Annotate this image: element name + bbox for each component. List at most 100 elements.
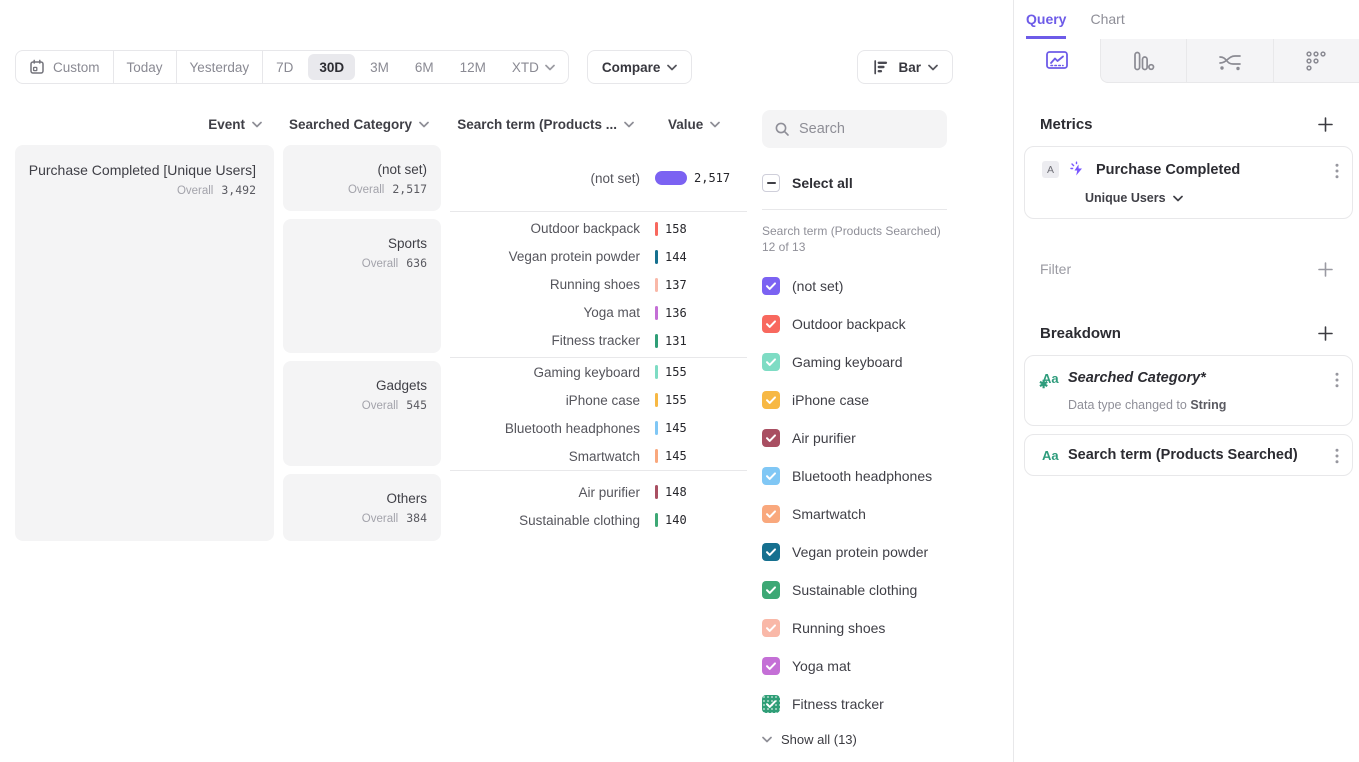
value-label: 137 [665,278,687,292]
series-checkbox[interactable] [762,657,780,675]
series-checkbox[interactable] [762,467,780,485]
date-range-7d[interactable]: 7D [263,51,306,83]
check-icon [765,433,777,443]
search-term-label: Running shoes [450,277,640,292]
date-range-xtd[interactable]: XTD [499,51,568,83]
column-header-searched-category[interactable]: Searched Category [283,117,429,132]
search-term-label: Bluetooth headphones [450,421,640,436]
series-checkbox[interactable] [762,505,780,523]
table-row[interactable]: Fitness tracker131 [450,327,747,355]
series-checkbox-item[interactable]: (not set) [762,277,947,295]
date-range-12m[interactable]: 12M [447,51,499,83]
search-placeholder: Search [799,121,845,137]
series-checkbox[interactable] [762,619,780,637]
date-range-today[interactable]: Today [114,51,177,83]
select-all-checkbox[interactable] [762,174,780,192]
series-checkbox-item[interactable]: Bluetooth headphones [762,467,947,485]
search-input[interactable]: Search [762,110,947,148]
add-breakdown-button[interactable] [1318,326,1333,341]
series-checkbox-list: (not set) Outdoor backpack Gaming keyboard… [762,277,947,713]
measure-selector[interactable]: Unique Users [1085,191,1338,205]
select-all-row[interactable]: Select all [762,174,947,192]
add-metric-button[interactable] [1318,117,1333,132]
tab-flows[interactable] [1186,39,1273,83]
search-term-label: Yoga mat [450,305,640,320]
category-name: Sports [293,236,427,251]
series-checkbox-item[interactable]: Sustainable clothing [762,581,947,599]
category-overall: Overall545 [293,398,427,412]
date-range-6m[interactable]: 6M [402,51,447,83]
series-checkbox-item[interactable]: Running shoes [762,619,947,637]
tab-retention[interactable] [1273,39,1359,83]
series-checkbox-item[interactable]: Air purifier [762,429,947,447]
series-checkbox-item[interactable]: Smartwatch [762,505,947,523]
tab-query[interactable]: Query [1026,11,1066,39]
series-checkbox[interactable] [762,429,780,447]
table-row[interactable]: Bluetooth headphones 145 [450,414,747,442]
series-checkbox[interactable] [762,543,780,561]
series-checkbox[interactable] [762,353,780,371]
series-label: (not set) [792,278,843,294]
series-checkbox[interactable] [762,277,780,295]
show-all-toggle[interactable]: Show all (13) [762,732,947,747]
date-range-yesterday[interactable]: Yesterday [177,51,264,83]
table-row[interactable]: Outdoor backpack158 [450,215,747,243]
table-row[interactable]: Air purifier148 [450,478,747,506]
series-checkbox-item[interactable]: Yoga mat [762,657,947,675]
series-checkbox-item[interactable]: Fitness tracker [762,695,947,713]
metric-menu-button[interactable] [1335,163,1339,179]
chart-type-button[interactable]: Bar [857,50,953,84]
series-checkbox[interactable] [762,391,780,409]
metric-event-name: Purchase Completed [1096,162,1240,178]
column-header-event[interactable]: Event [15,117,262,132]
category-cell[interactable]: SportsOverall636 [283,219,441,353]
category-cell[interactable]: OthersOverall384 [283,474,441,541]
value-label: 155 [665,393,687,407]
compare-button[interactable]: Compare [587,50,693,84]
value-label: 144 [665,250,687,264]
check-icon [765,699,777,709]
metric-card[interactable]: A Purchase Completed Unique Users [1024,146,1353,219]
table-row[interactable]: Yoga mat136 [450,299,747,327]
date-range-custom[interactable]: Custom [16,51,114,83]
table-row[interactable]: Running shoes 137 [450,271,747,299]
table-row[interactable]: iPhone case155 [450,386,747,414]
breakdown-header: Breakdown [1014,325,1359,342]
breakdown-card-search-term[interactable]: Aa Search term (Products Searched) [1024,434,1353,476]
date-range-group: Custom TodayYesterday7D30D3M6M12MXTD [15,50,569,84]
date-range-30d[interactable]: 30D [308,54,355,80]
filter-caption: Search term (Products Searched) 12 of 13 [762,223,947,255]
series-checkbox[interactable] [762,581,780,599]
series-checkbox-item[interactable]: iPhone case [762,391,947,409]
table-row[interactable]: Sustainable clothing140 [450,506,747,534]
breakdown-menu-button[interactable] [1335,372,1339,388]
table-row[interactable]: Vegan protein powder144 [450,243,747,271]
tab-insights[interactable] [1014,39,1100,83]
chevron-down-icon [252,121,262,128]
table-row[interactable]: Gaming keyboard155 [450,358,747,386]
value-label: 145 [665,421,687,435]
category-cell[interactable]: (not set)Overall2,517 [283,145,441,211]
date-range-3m[interactable]: 3M [357,51,402,83]
column-header-value[interactable]: Value [668,117,720,132]
series-checkbox[interactable] [762,695,780,713]
table-row[interactable]: (not set)2,517 [450,164,747,192]
series-label: Bluetooth headphones [792,468,932,484]
tab-chart[interactable]: Chart [1090,11,1124,39]
series-checkbox-item[interactable]: Gaming keyboard [762,353,947,371]
table-row[interactable]: Smartwatch145 [450,442,747,470]
funnels-icon [1131,50,1155,72]
check-icon [765,395,777,405]
tab-funnels[interactable] [1100,39,1187,83]
series-checkbox-item[interactable]: Vegan protein powder [762,543,947,561]
event-cell[interactable]: Purchase Completed [Unique Users] Overal… [15,145,274,541]
category-cell[interactable]: GadgetsOverall545 [283,361,441,466]
series-checkbox[interactable] [762,315,780,333]
breakdown-card-searched-category[interactable]: Aa✱ Searched Category* Data type changed… [1024,355,1353,426]
category-name: Others [293,491,427,506]
series-checkbox-item[interactable]: Outdoor backpack [762,315,947,333]
add-filter-button[interactable] [1318,262,1333,277]
value-bar [655,222,658,236]
column-header-search-term[interactable]: Search term (Products ... [450,117,634,132]
breakdown-menu-button[interactable] [1335,448,1339,464]
